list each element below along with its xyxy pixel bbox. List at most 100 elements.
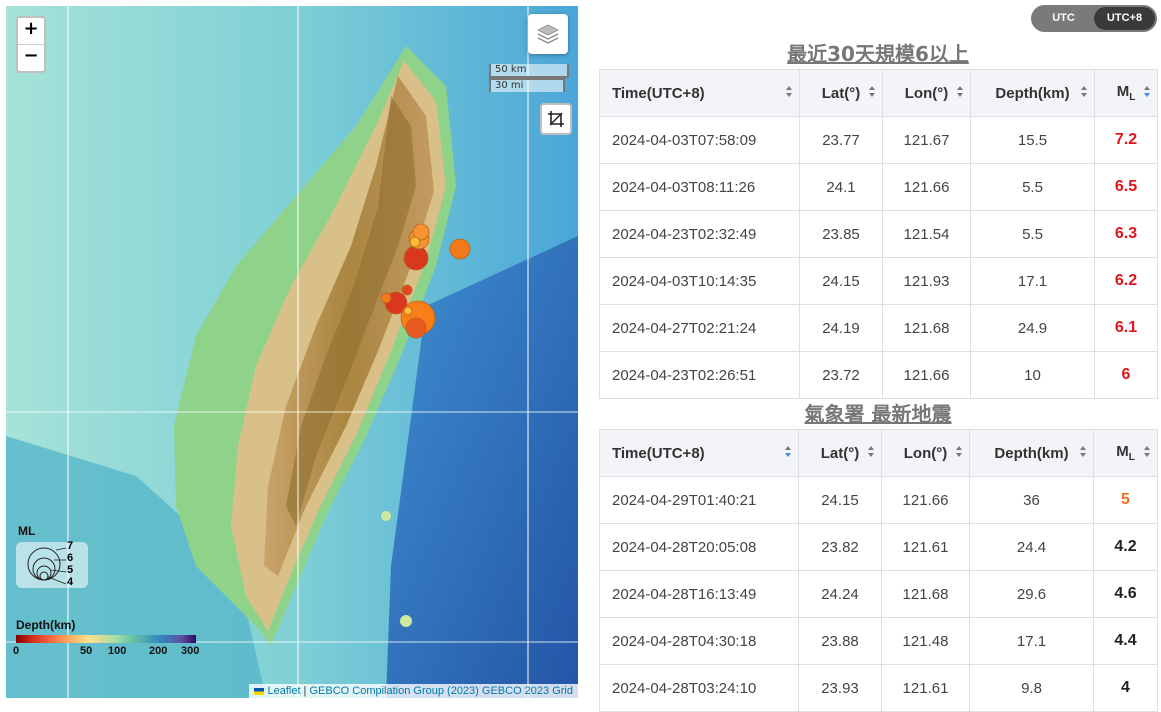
col-header-lat[interactable]: Lat(°) xyxy=(799,69,883,117)
latest-quakes-table: Time(UTC+8) Lat(°) Lon(°) Depth(km) ML 2… xyxy=(599,429,1158,712)
table-row[interactable]: 2024-04-23T02:26:51 23.72 121.66 10 6 xyxy=(599,351,1158,399)
cell-time: 2024-04-03T08:11:26 xyxy=(599,163,800,211)
cell-ml: 6 xyxy=(1094,351,1158,399)
table-row[interactable]: 2024-04-28T20:05:08 23.82 121.61 24.4 4.2 xyxy=(599,523,1158,571)
quake-marker[interactable] xyxy=(409,236,421,248)
col-header-depth[interactable]: Depth(km) xyxy=(970,69,1095,117)
table-row[interactable]: 2024-04-03T08:11:26 24.1 121.66 5.5 6.5 xyxy=(599,163,1158,211)
magnitude-circles-icon xyxy=(27,547,67,585)
cell-ml: 6.3 xyxy=(1094,210,1158,258)
cell-ml: 6.2 xyxy=(1094,257,1158,305)
cell-lon: 121.61 xyxy=(881,523,970,571)
cell-lon: 121.67 xyxy=(882,116,971,164)
cell-lat: 23.85 xyxy=(799,210,883,258)
quake-marker[interactable] xyxy=(380,292,392,304)
table-row[interactable]: 2024-04-23T02:32:49 23.85 121.54 5.5 6.3 xyxy=(599,210,1158,258)
quake-marker[interactable] xyxy=(403,245,429,271)
cell-ml: 6.5 xyxy=(1094,163,1158,211)
cell-ml: 4 xyxy=(1093,664,1158,712)
magnitude-legend-title: ML xyxy=(18,524,36,538)
table-row[interactable]: 2024-04-28T16:13:49 24.24 121.68 29.6 4.6 xyxy=(599,570,1158,618)
cell-lat: 24.24 xyxy=(798,570,882,618)
cell-lat: 23.72 xyxy=(799,351,883,399)
cell-time: 2024-04-27T02:21:24 xyxy=(599,304,800,352)
table-row[interactable]: 2024-04-28T03:24:10 23.93 121.61 9.8 4 xyxy=(599,664,1158,712)
legend-ml-7: 7 xyxy=(67,540,74,552)
cell-time: 2024-04-29T01:40:21 xyxy=(599,476,799,524)
cell-depth: 5.5 xyxy=(970,210,1095,258)
zoom-control: + − xyxy=(16,16,46,73)
table-row[interactable]: 2024-04-03T07:58:09 23.77 121.67 15.5 7.2 xyxy=(599,116,1158,164)
cell-ml: 4.4 xyxy=(1093,617,1158,665)
cell-lon: 121.48 xyxy=(881,617,970,665)
col-header-depth[interactable]: Depth(km) xyxy=(969,429,1094,477)
quake-marker[interactable] xyxy=(401,284,413,296)
cell-time: 2024-04-03T07:58:09 xyxy=(599,116,800,164)
leaflet-link[interactable]: Leaflet xyxy=(267,685,300,697)
tz-option-utc[interactable]: UTC xyxy=(1033,7,1094,30)
sort-icon xyxy=(956,446,963,460)
crop-icon xyxy=(548,111,564,127)
col-header-lon[interactable]: Lon(°) xyxy=(882,69,971,117)
scale-mi: 30 mi xyxy=(489,78,565,92)
cell-lon: 121.61 xyxy=(881,664,970,712)
cell-ml: 6.1 xyxy=(1094,304,1158,352)
depth-tick-100: 100 xyxy=(108,645,127,657)
cell-lon: 121.93 xyxy=(882,257,971,305)
cell-time: 2024-04-28T04:30:18 xyxy=(599,617,799,665)
col-header-lon[interactable]: Lon(°) xyxy=(881,429,970,477)
cell-time: 2024-04-28T03:24:10 xyxy=(599,664,799,712)
zoom-out-button[interactable]: − xyxy=(18,44,44,71)
cell-lat: 23.82 xyxy=(798,523,882,571)
depth-colorbar xyxy=(16,635,196,643)
table-row[interactable]: 2024-04-29T01:40:21 24.15 121.66 36 5 xyxy=(599,476,1158,524)
timezone-toggle[interactable]: UTC UTC+8 xyxy=(1031,5,1157,32)
cell-time: 2024-04-28T16:13:49 xyxy=(599,570,799,618)
depth-tick-200: 200 xyxy=(149,645,168,657)
cell-lon: 121.68 xyxy=(882,304,971,352)
cell-lon: 121.54 xyxy=(882,210,971,258)
tz-option-utc8[interactable]: UTC+8 xyxy=(1094,7,1155,30)
zoom-in-button[interactable]: + xyxy=(18,18,44,44)
cell-lat: 24.19 xyxy=(799,304,883,352)
cell-depth: 9.8 xyxy=(969,664,1094,712)
table-row[interactable]: 2024-04-27T02:21:24 24.19 121.68 24.9 6.1 xyxy=(599,304,1158,352)
table-row[interactable]: 2024-04-28T04:30:18 23.88 121.48 17.1 4.4 xyxy=(599,617,1158,665)
crop-button[interactable] xyxy=(540,103,572,135)
depth-tick-300: 300 xyxy=(181,645,200,657)
col-header-time[interactable]: Time(UTC+8) xyxy=(599,429,799,477)
cell-lat: 24.15 xyxy=(798,476,882,524)
cell-depth: 24.4 xyxy=(969,523,1094,571)
legend-ml-4: 4 xyxy=(67,576,74,588)
sort-icon xyxy=(868,446,875,460)
scale-bar: 50 km 30 mi xyxy=(489,64,569,92)
table-row[interactable]: 2024-04-03T10:14:35 24.15 121.93 17.1 6.2 xyxy=(599,257,1158,305)
depth-legend-title: Depth(km) xyxy=(16,618,76,632)
cell-depth: 36 xyxy=(969,476,1094,524)
quake-marker[interactable] xyxy=(405,317,427,339)
cell-lat: 23.88 xyxy=(798,617,882,665)
col-header-ml[interactable]: ML xyxy=(1093,429,1158,477)
col-header-ml[interactable]: ML xyxy=(1094,69,1158,117)
gebco-link[interactable]: GEBCO Compilation Group (2023) GEBCO 202… xyxy=(309,685,573,697)
quake-marker[interactable] xyxy=(449,238,471,260)
sort-icon xyxy=(869,86,876,100)
cell-lon: 121.68 xyxy=(881,570,970,618)
cell-lat: 23.93 xyxy=(798,664,882,712)
col-header-lat[interactable]: Lat(°) xyxy=(798,429,882,477)
cell-lat: 23.77 xyxy=(799,116,883,164)
sort-icon xyxy=(957,86,964,100)
cell-depth: 24.9 xyxy=(970,304,1095,352)
depth-tick-0: 0 xyxy=(13,645,20,657)
cell-lon: 121.66 xyxy=(882,163,971,211)
cell-ml: 4.6 xyxy=(1093,570,1158,618)
cell-ml: 4.2 xyxy=(1093,523,1158,571)
layers-button[interactable] xyxy=(528,14,568,54)
earthquake-map[interactable]: + − 50 km 30 mi ML 7 6 5 4 Depth(km) 0 5… xyxy=(6,6,578,698)
magnitude-legend: ML 7 6 5 4 xyxy=(16,524,88,588)
section-title-major-quakes: 最近30天規模6以上 xyxy=(787,42,969,66)
cell-depth: 5.5 xyxy=(970,163,1095,211)
col-header-time[interactable]: Time(UTC+8) xyxy=(599,69,800,117)
quake-marker[interactable] xyxy=(403,306,413,316)
cell-depth: 10 xyxy=(970,351,1095,399)
